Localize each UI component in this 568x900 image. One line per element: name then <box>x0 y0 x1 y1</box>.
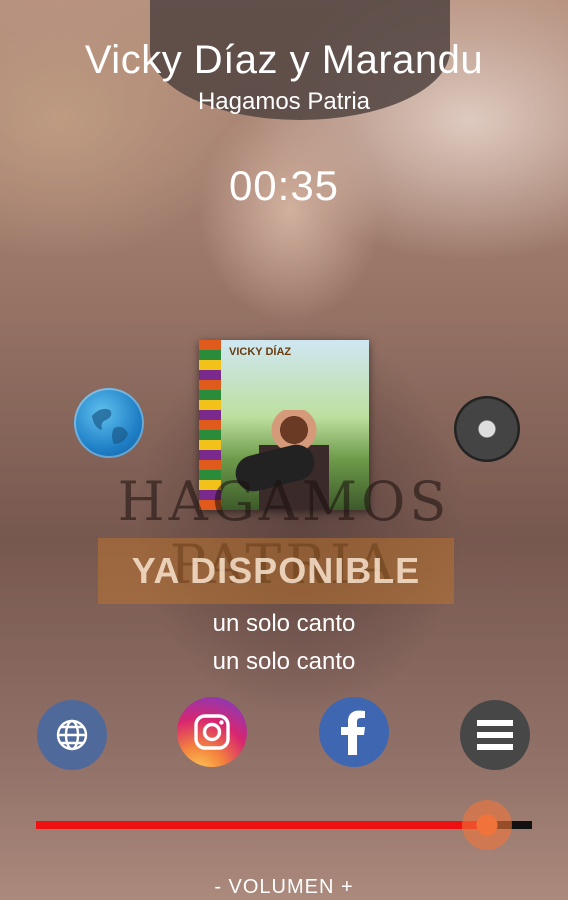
lyric-line-1: un solo canto <box>212 610 356 637</box>
menu-icon <box>477 720 513 750</box>
instagram-button[interactable] <box>177 697 247 767</box>
instagram-icon <box>194 714 230 750</box>
artist-title: Vicky Díaz y Marandu <box>84 38 484 82</box>
volume-label[interactable]: - VOLUMEN + <box>0 876 568 899</box>
website-button[interactable] <box>37 700 107 770</box>
cover-label: VICKY DÍAZ <box>229 346 292 358</box>
progress-bar[interactable] <box>36 800 532 850</box>
menu-button[interactable] <box>460 700 530 770</box>
song-title: Hagamos Patria <box>197 88 371 115</box>
facebook-button[interactable] <box>319 697 389 767</box>
elapsed-time: 00:35 <box>228 162 340 209</box>
progress-fill <box>36 821 488 829</box>
globe-icon[interactable] <box>74 388 144 458</box>
globe-icon <box>56 719 88 751</box>
promo-badge: YA DISPONIBLE <box>98 538 454 604</box>
facebook-icon <box>341 710 365 755</box>
disc-icon[interactable] <box>454 396 520 462</box>
lyric-line-2: un solo canto <box>212 648 356 675</box>
